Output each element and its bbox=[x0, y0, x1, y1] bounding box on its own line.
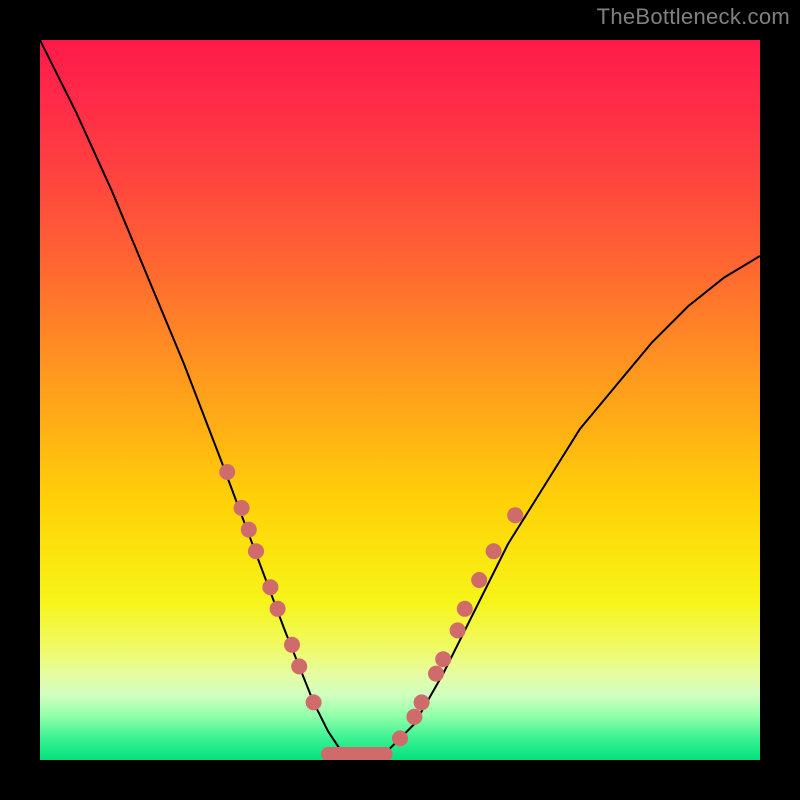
marker-dot bbox=[392, 730, 408, 746]
marker-dot bbox=[241, 522, 257, 538]
marker-dot bbox=[435, 651, 451, 667]
markers-right bbox=[392, 507, 523, 746]
marker-dot bbox=[414, 694, 430, 710]
marker-dot bbox=[291, 658, 307, 674]
marker-dot bbox=[270, 601, 286, 617]
marker-dot bbox=[428, 666, 444, 682]
marker-dot bbox=[284, 637, 300, 653]
marker-dot bbox=[234, 500, 250, 516]
marker-dot bbox=[248, 543, 264, 559]
plot-area bbox=[40, 40, 760, 760]
watermark: TheBottleneck.com bbox=[597, 4, 790, 30]
chart-svg bbox=[40, 40, 760, 760]
marker-dot bbox=[450, 622, 466, 638]
markers-left bbox=[219, 464, 321, 710]
marker-dot bbox=[507, 507, 523, 523]
marker-dot bbox=[406, 709, 422, 725]
marker-dot bbox=[306, 694, 322, 710]
marker-dot bbox=[471, 572, 487, 588]
bottleneck-curve bbox=[40, 40, 760, 760]
chart-frame: TheBottleneck.com bbox=[0, 0, 800, 800]
marker-dot bbox=[457, 601, 473, 617]
marker-dot bbox=[262, 579, 278, 595]
marker-dot bbox=[219, 464, 235, 480]
marker-dot bbox=[486, 543, 502, 559]
